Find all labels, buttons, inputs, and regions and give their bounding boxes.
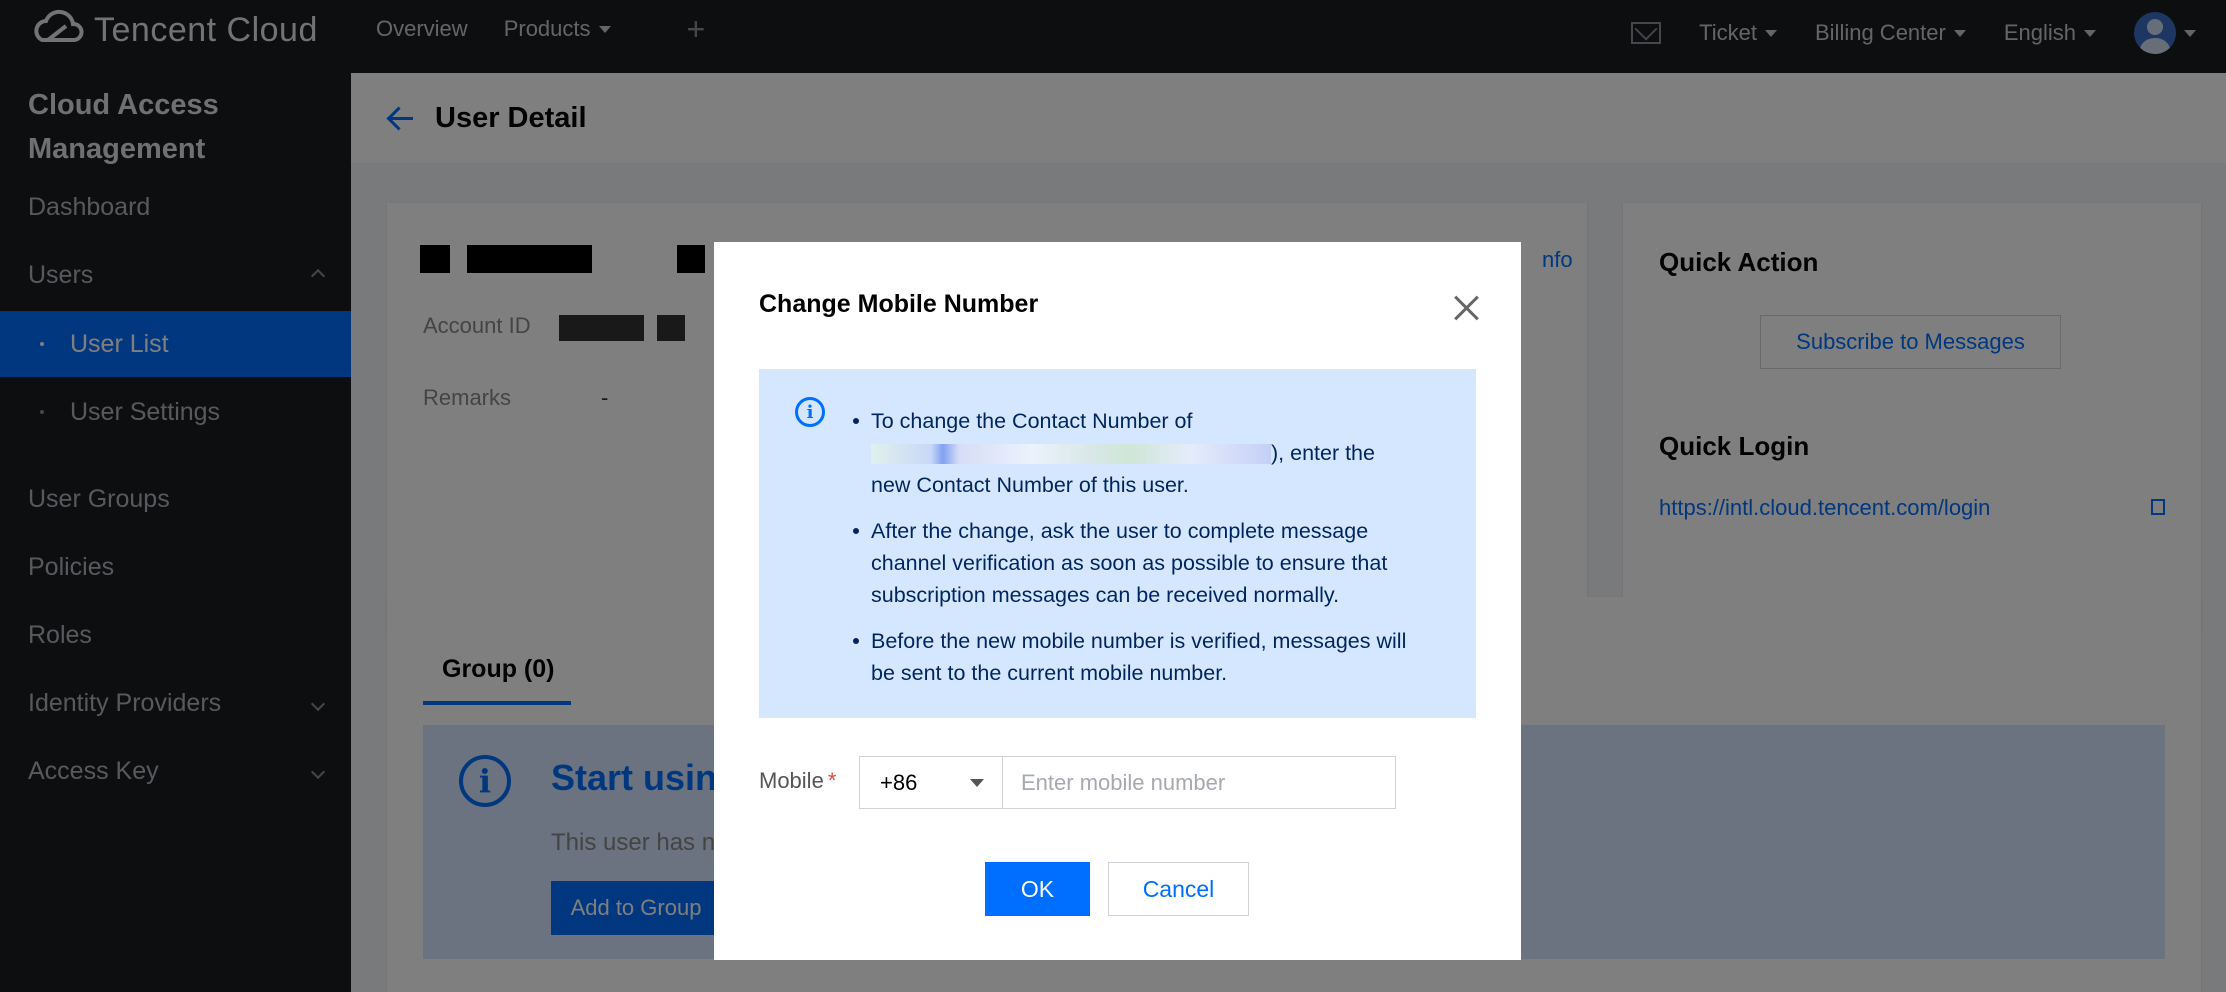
bullet-1-part1: To change the Contact Number of	[871, 409, 1193, 433]
info-bullets: To change the Contact Number of ), enter…	[853, 405, 1431, 703]
dialog-title: Change Mobile Number	[759, 290, 1039, 318]
info-bullet-3: Before the new mobile number is verified…	[853, 625, 1431, 689]
info-icon: i	[795, 397, 825, 427]
chevron-down-icon	[970, 779, 984, 787]
bullet-1-part3: new Contact Number of this user.	[871, 473, 1189, 497]
ok-button[interactable]: OK	[985, 862, 1090, 916]
redacted-user-name	[871, 444, 1271, 465]
country-code-select[interactable]: +86	[859, 756, 1003, 809]
country-code-value: +86	[880, 769, 918, 795]
info-notice: i To change the Contact Number of ), ent…	[759, 369, 1476, 718]
cancel-button[interactable]: Cancel	[1108, 862, 1249, 916]
info-bullet-2: After the change, ask the user to comple…	[853, 515, 1431, 611]
mobile-number-input[interactable]	[1002, 756, 1396, 809]
change-mobile-number-dialog: Change Mobile Number i To change the Con…	[714, 242, 1521, 960]
close-icon[interactable]	[1453, 294, 1481, 322]
mobile-label: Mobile *	[759, 768, 836, 794]
bullet-1-part2: ), enter the	[1271, 441, 1375, 465]
required-asterisk: *	[827, 768, 837, 793]
mobile-label-text: Mobile	[759, 768, 824, 793]
info-bullet-1: To change the Contact Number of ), enter…	[853, 405, 1431, 501]
